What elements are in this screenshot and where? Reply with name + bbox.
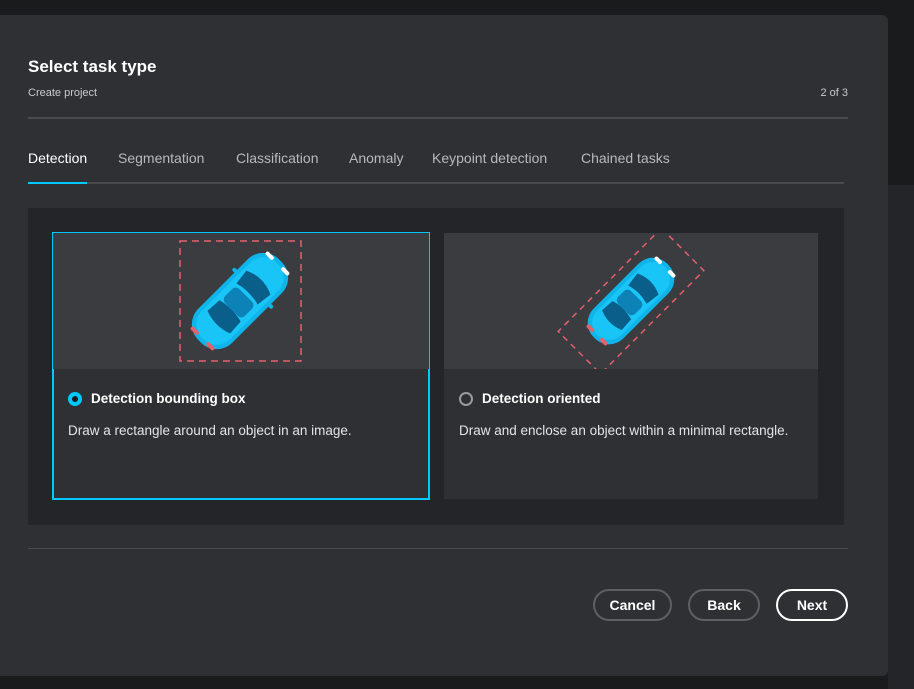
- card-detection-oriented[interactable]: Detection oriented Draw and enclose an o…: [444, 233, 818, 499]
- header-divider: [28, 117, 848, 119]
- background-panel: [888, 185, 914, 689]
- cancel-button[interactable]: Cancel: [593, 589, 672, 621]
- car-bounding-box-illustration: [53, 233, 429, 369]
- back-button[interactable]: Back: [688, 589, 760, 621]
- card-title: Detection bounding box: [91, 391, 246, 406]
- tab-segmentation[interactable]: Segmentation: [118, 150, 204, 178]
- card-description: Draw and enclose an object within a mini…: [459, 423, 789, 438]
- step-indicator: 2 of 3: [820, 87, 848, 99]
- footer-divider: [28, 548, 848, 549]
- card-detection-bounding-box[interactable]: Detection bounding box Draw a rectangle …: [52, 232, 430, 500]
- task-type-tabs: Detection Segmentation Classification An…: [28, 150, 844, 184]
- dialog-title: Select task type: [28, 57, 157, 76]
- card-title: Detection oriented: [482, 391, 601, 406]
- radio-selected-icon[interactable]: [68, 392, 82, 406]
- radio-unselected-icon[interactable]: [459, 392, 473, 406]
- next-button[interactable]: Next: [776, 589, 848, 621]
- tab-classification[interactable]: Classification: [236, 150, 318, 178]
- tab-detection[interactable]: Detection: [28, 150, 88, 184]
- tab-anomaly[interactable]: Anomaly: [349, 150, 403, 178]
- card-description: Draw a rectangle around an object in an …: [68, 423, 352, 438]
- dialog-subtitle: Create project: [28, 87, 98, 99]
- tab-chained-tasks[interactable]: Chained tasks: [581, 150, 670, 178]
- tab-keypoint-detection[interactable]: Keypoint detection: [432, 150, 547, 178]
- task-options-panel: Detection bounding box Draw a rectangle …: [28, 208, 844, 525]
- car-oriented-box-illustration: [444, 233, 818, 369]
